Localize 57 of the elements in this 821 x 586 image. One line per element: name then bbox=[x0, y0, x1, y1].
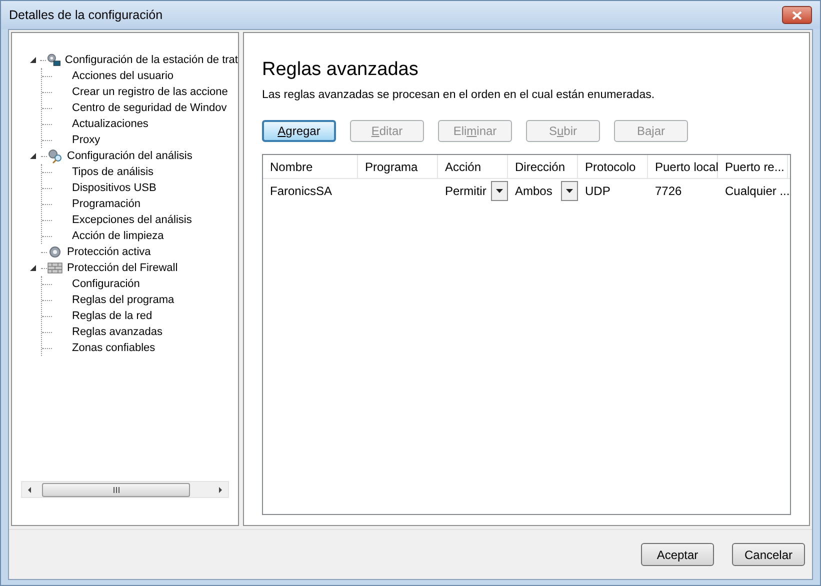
tree-item[interactable]: Actualizaciones bbox=[72, 116, 148, 132]
dropdown-button[interactable] bbox=[561, 181, 578, 202]
tree-item[interactable]: Acciones del usuario bbox=[72, 68, 174, 84]
tree-node-row[interactable]: Configuración del análisis bbox=[25, 148, 238, 164]
tree-item[interactable]: Crear un registro de las accione bbox=[72, 84, 228, 100]
table-cell-text: Permitir bbox=[445, 183, 486, 200]
column-header[interactable]: Protocolo bbox=[578, 155, 648, 178]
table-cell-text: FaronicsSA bbox=[270, 183, 332, 200]
tree-item[interactable]: Programación bbox=[72, 196, 140, 212]
table-cell-text: UDP bbox=[585, 183, 610, 200]
expanded-arrow-icon[interactable] bbox=[30, 153, 36, 159]
column-header[interactable]: Puerto re... bbox=[718, 155, 788, 178]
tree-item[interactable]: Reglas avanzadas bbox=[72, 324, 163, 340]
tree-item: Configuración de la estación de trat bbox=[64, 52, 238, 68]
gear-icon bbox=[47, 244, 63, 260]
horizontal-scrollbar[interactable] bbox=[21, 481, 229, 498]
gear-monitor-icon bbox=[46, 52, 61, 68]
dropdown-button[interactable] bbox=[491, 181, 508, 202]
column-header[interactable]: Acción bbox=[438, 155, 508, 178]
toolbar-button[interactable]: Agregar bbox=[262, 120, 336, 142]
tree-node-row[interactable]: Protección activa bbox=[25, 244, 238, 260]
tree-item[interactable]: Proxy bbox=[72, 132, 100, 148]
page-title: Reglas avanzadas bbox=[262, 59, 420, 81]
tree-item: Configuración del análisis bbox=[67, 148, 192, 164]
dialog-button[interactable]: Aceptar bbox=[641, 543, 714, 566]
table-cell-text: Cualquier ... bbox=[725, 183, 790, 200]
column-header[interactable]: Programa bbox=[358, 155, 438, 178]
table-cell-text: 7726 bbox=[655, 183, 682, 200]
column-header[interactable]: Puerto local bbox=[648, 155, 718, 178]
tree-item[interactable]: Configuración bbox=[72, 276, 140, 292]
gear-magnifier-icon bbox=[47, 148, 63, 164]
expanded-arrow-icon[interactable] bbox=[30, 265, 36, 271]
tree-item[interactable]: Reglas de la red bbox=[72, 308, 152, 324]
caret-icon bbox=[566, 189, 573, 194]
tree-item[interactable]: Dispositivos USB bbox=[72, 180, 156, 196]
window-title: Detalles de la configuración bbox=[9, 6, 163, 24]
tree-item: Protección activa bbox=[67, 244, 151, 260]
tree-item[interactable]: Zonas confiables bbox=[72, 340, 156, 356]
tree-node-row[interactable]: Protección del Firewall bbox=[25, 260, 238, 276]
tree-node-row[interactable]: Configuración de la estación de trat bbox=[25, 52, 238, 68]
table-cell-text: Ambos bbox=[515, 183, 552, 200]
tree-item[interactable]: Centro de seguridad de Windov bbox=[72, 100, 227, 116]
column-header[interactable]: Nombre bbox=[263, 155, 358, 178]
tree-item[interactable]: Reglas del programa bbox=[72, 292, 174, 308]
column-header[interactable]: Dirección bbox=[508, 155, 578, 178]
close-button[interactable] bbox=[782, 6, 812, 24]
tree-item: Protección del Firewall bbox=[67, 260, 178, 276]
expanded-arrow-icon[interactable] bbox=[30, 57, 36, 63]
scrollbar-thumb[interactable] bbox=[42, 482, 190, 496]
tree-item[interactable]: Acción de limpieza bbox=[72, 228, 164, 244]
tree-item[interactable]: Tipos de análisis bbox=[72, 164, 154, 180]
tree-item[interactable]: Excepciones del análisis bbox=[72, 212, 192, 228]
close-icon bbox=[792, 10, 802, 20]
page-description: Las reglas avanzadas se procesan en el orden en el cual están enumeradas. bbox=[262, 88, 656, 103]
caret-icon bbox=[496, 189, 503, 194]
brick-wall-icon bbox=[47, 260, 63, 276]
dialog-button[interactable]: Cancelar bbox=[732, 543, 805, 566]
